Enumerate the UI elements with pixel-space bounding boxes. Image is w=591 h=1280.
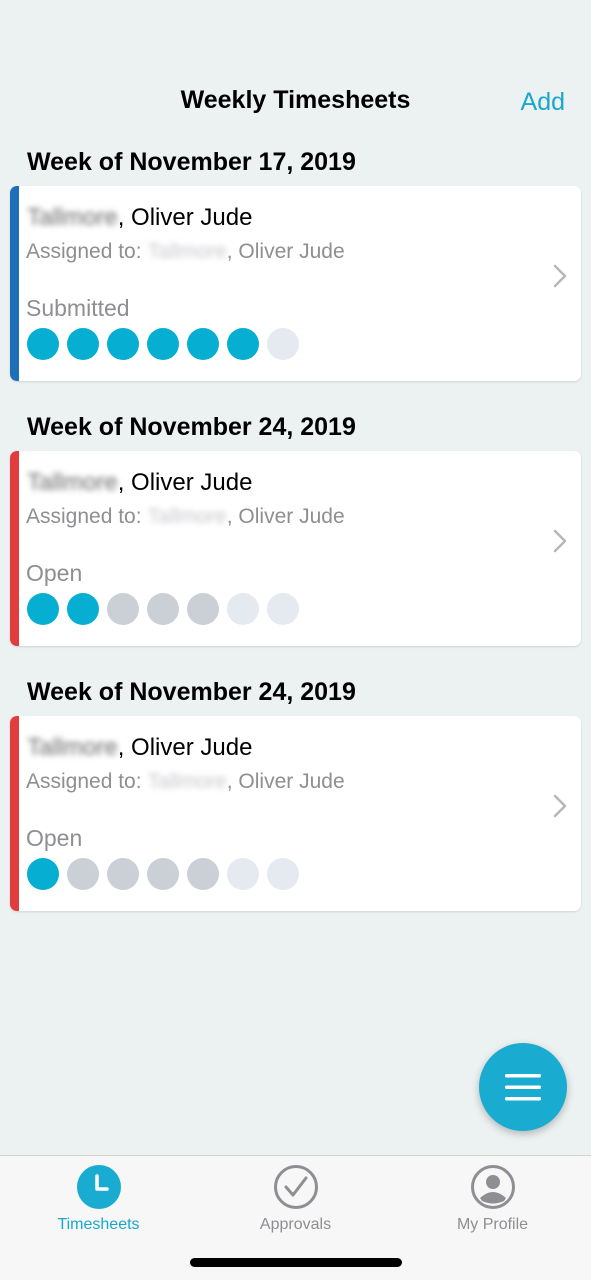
timesheet-list: Week of November 17, 2019 Tallmore, Oliv… <box>0 140 591 935</box>
add-button[interactable]: Add <box>521 88 565 117</box>
menu-icon <box>505 1074 541 1101</box>
home-indicator <box>190 1258 402 1267</box>
day-dot-gray <box>67 858 99 890</box>
day-dot-light <box>227 593 259 625</box>
assigned-first-name: , Oliver Jude <box>226 770 345 793</box>
checkmark-circle-icon <box>273 1165 318 1209</box>
day-dot-gray <box>187 593 219 625</box>
assigned-to: Assigned to: Tallmore, Oliver Jude <box>26 770 345 794</box>
employee-name: Tallmore, Oliver Jude <box>27 204 252 232</box>
clock-icon <box>76 1165 121 1209</box>
tab-my-profile[interactable]: My Profile <box>394 1164 591 1244</box>
first-name: , Oliver Jude <box>117 204 253 231</box>
day-dot-light <box>267 858 299 890</box>
day-dot-light <box>227 858 259 890</box>
status-strip <box>10 451 19 646</box>
redacted-last-name: Tallmore <box>27 204 118 231</box>
assigned-to: Assigned to: Tallmore, Oliver Jude <box>26 505 345 529</box>
tab-label: Timesheets <box>57 1216 140 1233</box>
day-dot-filled <box>67 328 99 360</box>
redacted-assigned-last-name: Tallmore <box>147 770 227 793</box>
day-dot-filled <box>107 328 139 360</box>
redacted-assigned-last-name: Tallmore <box>147 240 227 263</box>
redacted-last-name: Tallmore <box>27 734 118 761</box>
first-name: , Oliver Jude <box>117 734 253 761</box>
day-dot-filled <box>67 593 99 625</box>
person-circle-icon <box>470 1165 515 1209</box>
assigned-first-name: , Oliver Jude <box>226 505 345 528</box>
week-header: Week of November 24, 2019 <box>27 678 356 706</box>
day-dot-gray <box>147 593 179 625</box>
day-dot-gray <box>187 858 219 890</box>
day-dot-filled <box>147 328 179 360</box>
assigned-label: Assigned to: <box>26 770 148 793</box>
redacted-assigned-last-name: Tallmore <box>147 505 227 528</box>
tab-label: Approvals <box>259 1216 332 1233</box>
assigned-to: Assigned to: Tallmore, Oliver Jude <box>26 240 345 264</box>
chevron-right-icon <box>553 264 567 288</box>
day-dot-gray <box>107 858 139 890</box>
day-dot-filled <box>27 328 59 360</box>
redacted-last-name: Tallmore <box>27 469 118 496</box>
employee-name: Tallmore, Oliver Jude <box>27 734 252 762</box>
day-dot-light <box>267 593 299 625</box>
day-dot-filled <box>27 593 59 625</box>
day-progress <box>27 593 299 625</box>
tab-timesheets[interactable]: Timesheets <box>0 1164 197 1244</box>
page-title: Weekly Timesheets <box>180 86 411 114</box>
status-strip <box>10 716 19 911</box>
week-header: Week of November 24, 2019 <box>27 413 356 441</box>
day-progress <box>27 328 299 360</box>
chevron-right-icon <box>553 794 567 818</box>
timesheet-card[interactable]: Tallmore, Oliver Jude Assigned to: Tallm… <box>10 186 581 381</box>
timesheet-card[interactable]: Tallmore, Oliver Jude Assigned to: Tallm… <box>10 716 581 911</box>
day-dot-filled <box>227 328 259 360</box>
navigation-bar: Weekly Timesheets Add <box>0 0 591 140</box>
day-dot-filled <box>187 328 219 360</box>
chevron-right-icon <box>553 529 567 553</box>
tab-approvals[interactable]: Approvals <box>197 1164 394 1244</box>
assigned-label: Assigned to: <box>26 240 148 263</box>
tab-label: My Profile <box>456 1216 529 1233</box>
status-label: Open <box>26 560 83 586</box>
day-dot-light <box>267 328 299 360</box>
assigned-first-name: , Oliver Jude <box>226 240 345 263</box>
first-name: , Oliver Jude <box>117 469 253 496</box>
day-dot-filled <box>27 858 59 890</box>
timesheet-section: Week of November 17, 2019 Tallmore, Oliv… <box>0 140 591 405</box>
timesheet-section: Week of November 24, 2019 Tallmore, Oliv… <box>0 405 591 670</box>
day-progress <box>27 858 299 890</box>
timesheet-card[interactable]: Tallmore, Oliver Jude Assigned to: Tallm… <box>10 451 581 646</box>
timesheet-section: Week of November 24, 2019 Tallmore, Oliv… <box>0 670 591 935</box>
status-label: Open <box>26 825 83 851</box>
week-header: Week of November 17, 2019 <box>27 148 356 176</box>
employee-name: Tallmore, Oliver Jude <box>27 469 252 497</box>
menu-fab-button[interactable] <box>479 1043 567 1131</box>
assigned-label: Assigned to: <box>26 505 148 528</box>
day-dot-gray <box>147 858 179 890</box>
status-strip <box>10 186 19 381</box>
day-dot-gray <box>107 593 139 625</box>
status-label: Submitted <box>26 295 130 321</box>
